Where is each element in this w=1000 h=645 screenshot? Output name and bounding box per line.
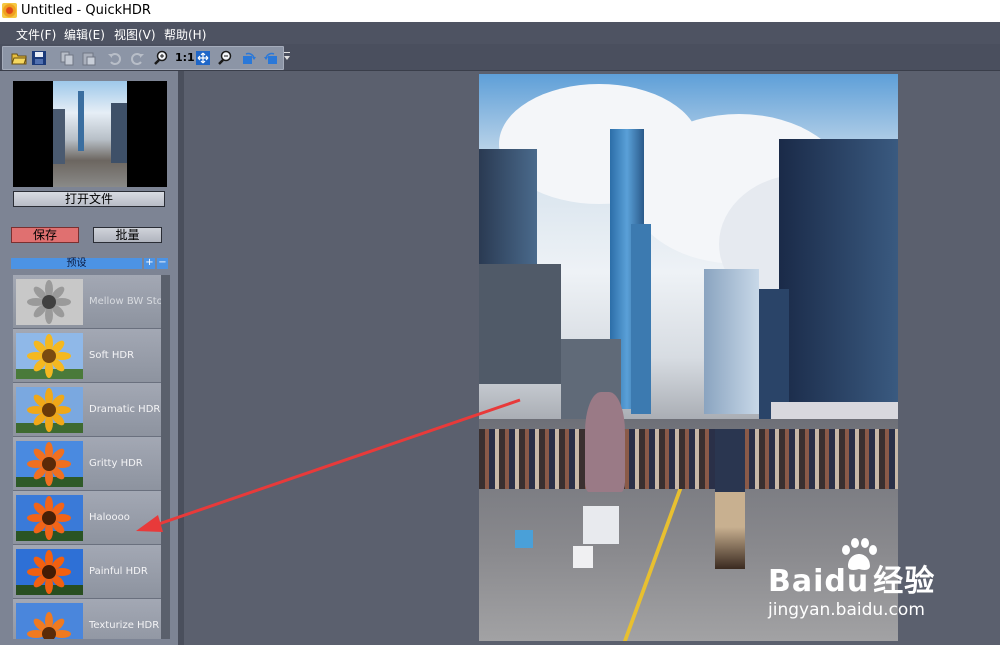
- zoom-in-icon[interactable]: [153, 50, 169, 66]
- watermark-brand-c: 经验: [873, 564, 936, 599]
- paw-logo-icon: [842, 538, 877, 570]
- save-button[interactable]: 保存: [11, 227, 79, 243]
- menu-view[interactable]: 视图(V): [114, 26, 156, 43]
- preset-item[interactable]: Soft HDR: [13, 329, 161, 383]
- preset-label: Soft HDR: [89, 350, 135, 361]
- rotate-right-icon[interactable]: [263, 50, 279, 66]
- preset-label: Dramatic HDR: [89, 404, 161, 415]
- preview-building-left: [53, 109, 65, 164]
- sunflower-app-icon: [2, 3, 17, 18]
- toolbar-group: 1:1: [2, 46, 284, 70]
- menu-edit[interactable]: 编辑(E): [64, 26, 105, 43]
- performer: [585, 392, 625, 492]
- sunflower-thumbnail: [16, 603, 83, 639]
- open-file-button[interactable]: 打开文件: [13, 191, 165, 207]
- walking-woman: [715, 429, 745, 569]
- watermark-url: jingyan.baidu.com: [768, 600, 925, 620]
- right-building: [779, 139, 898, 424]
- preset-label: Gritty HDR: [89, 458, 143, 469]
- right-building: [704, 269, 759, 414]
- batch-button[interactable]: 批量: [93, 227, 162, 243]
- toolbar: 1:1: [0, 44, 1000, 71]
- sunflower-thumbnail: [16, 549, 83, 595]
- actual-size-button[interactable]: 1:1: [175, 51, 195, 64]
- copy-icon[interactable]: [59, 50, 75, 66]
- preset-label: Painful HDR: [89, 566, 148, 577]
- preset-scrollbar[interactable]: [161, 275, 170, 639]
- window-title: Untitled - QuickHDR: [21, 3, 151, 18]
- zoom-out-icon[interactable]: [217, 50, 233, 66]
- redo-icon[interactable]: [129, 50, 145, 66]
- sunflower-thumbnail: [16, 495, 83, 541]
- preset-item[interactable]: Texturize HDR: [13, 599, 161, 639]
- remove-preset-button[interactable]: −: [157, 258, 168, 269]
- menu-bar: 文件(F) 编辑(E) 视图(V) 帮助(H): [0, 22, 1000, 44]
- paste-icon[interactable]: [81, 50, 97, 66]
- preset-label: Haloooo: [89, 512, 130, 523]
- add-preset-button[interactable]: +: [144, 258, 155, 269]
- preset-label: Texturize HDR: [89, 620, 160, 631]
- sunflower-thumbnail: [16, 333, 83, 379]
- preset-item[interactable]: Painful HDR: [13, 545, 161, 599]
- blue-bucket: [515, 530, 533, 548]
- preset-item[interactable]: Mellow BW Stoc: [13, 275, 161, 329]
- title-bar: Untitled - QuickHDR: [0, 0, 1000, 22]
- undo-icon[interactable]: [107, 50, 123, 66]
- preview-tower: [78, 91, 84, 151]
- preset-item[interactable]: Gritty HDR: [13, 437, 161, 491]
- save-disk-icon[interactable]: [31, 50, 47, 66]
- glass-tower: [631, 224, 651, 414]
- preset-item[interactable]: Haloooo: [13, 491, 161, 545]
- presets-header: 预设: [11, 258, 142, 269]
- preview-thumbnail: [13, 81, 167, 187]
- menu-help[interactable]: 帮助(H): [164, 26, 206, 43]
- preview-building-right: [111, 103, 127, 163]
- sunflower-thumbnail: [16, 441, 83, 487]
- open-folder-icon[interactable]: [11, 50, 27, 66]
- rotate-left-icon[interactable]: [241, 50, 257, 66]
- white-box: [583, 506, 619, 544]
- crowd: [479, 429, 898, 489]
- watermark-brand-a: Bai: [768, 564, 825, 599]
- preset-item[interactable]: Dramatic HDR: [13, 383, 161, 437]
- menu-file[interactable]: 文件(F): [16, 26, 56, 43]
- toolbar-overflow-icon[interactable]: [284, 52, 290, 60]
- preset-list: Mellow BW Stoc Soft HDR Dramatic HDR Gri…: [13, 275, 161, 639]
- tips-bucket: [573, 546, 593, 568]
- fit-window-icon[interactable]: [195, 50, 211, 66]
- billboard-building: [479, 264, 561, 384]
- sunflower-bw-thumbnail: [16, 279, 83, 325]
- sunflower-thumbnail: [16, 387, 83, 433]
- preset-label: Mellow BW Stoc: [89, 296, 161, 307]
